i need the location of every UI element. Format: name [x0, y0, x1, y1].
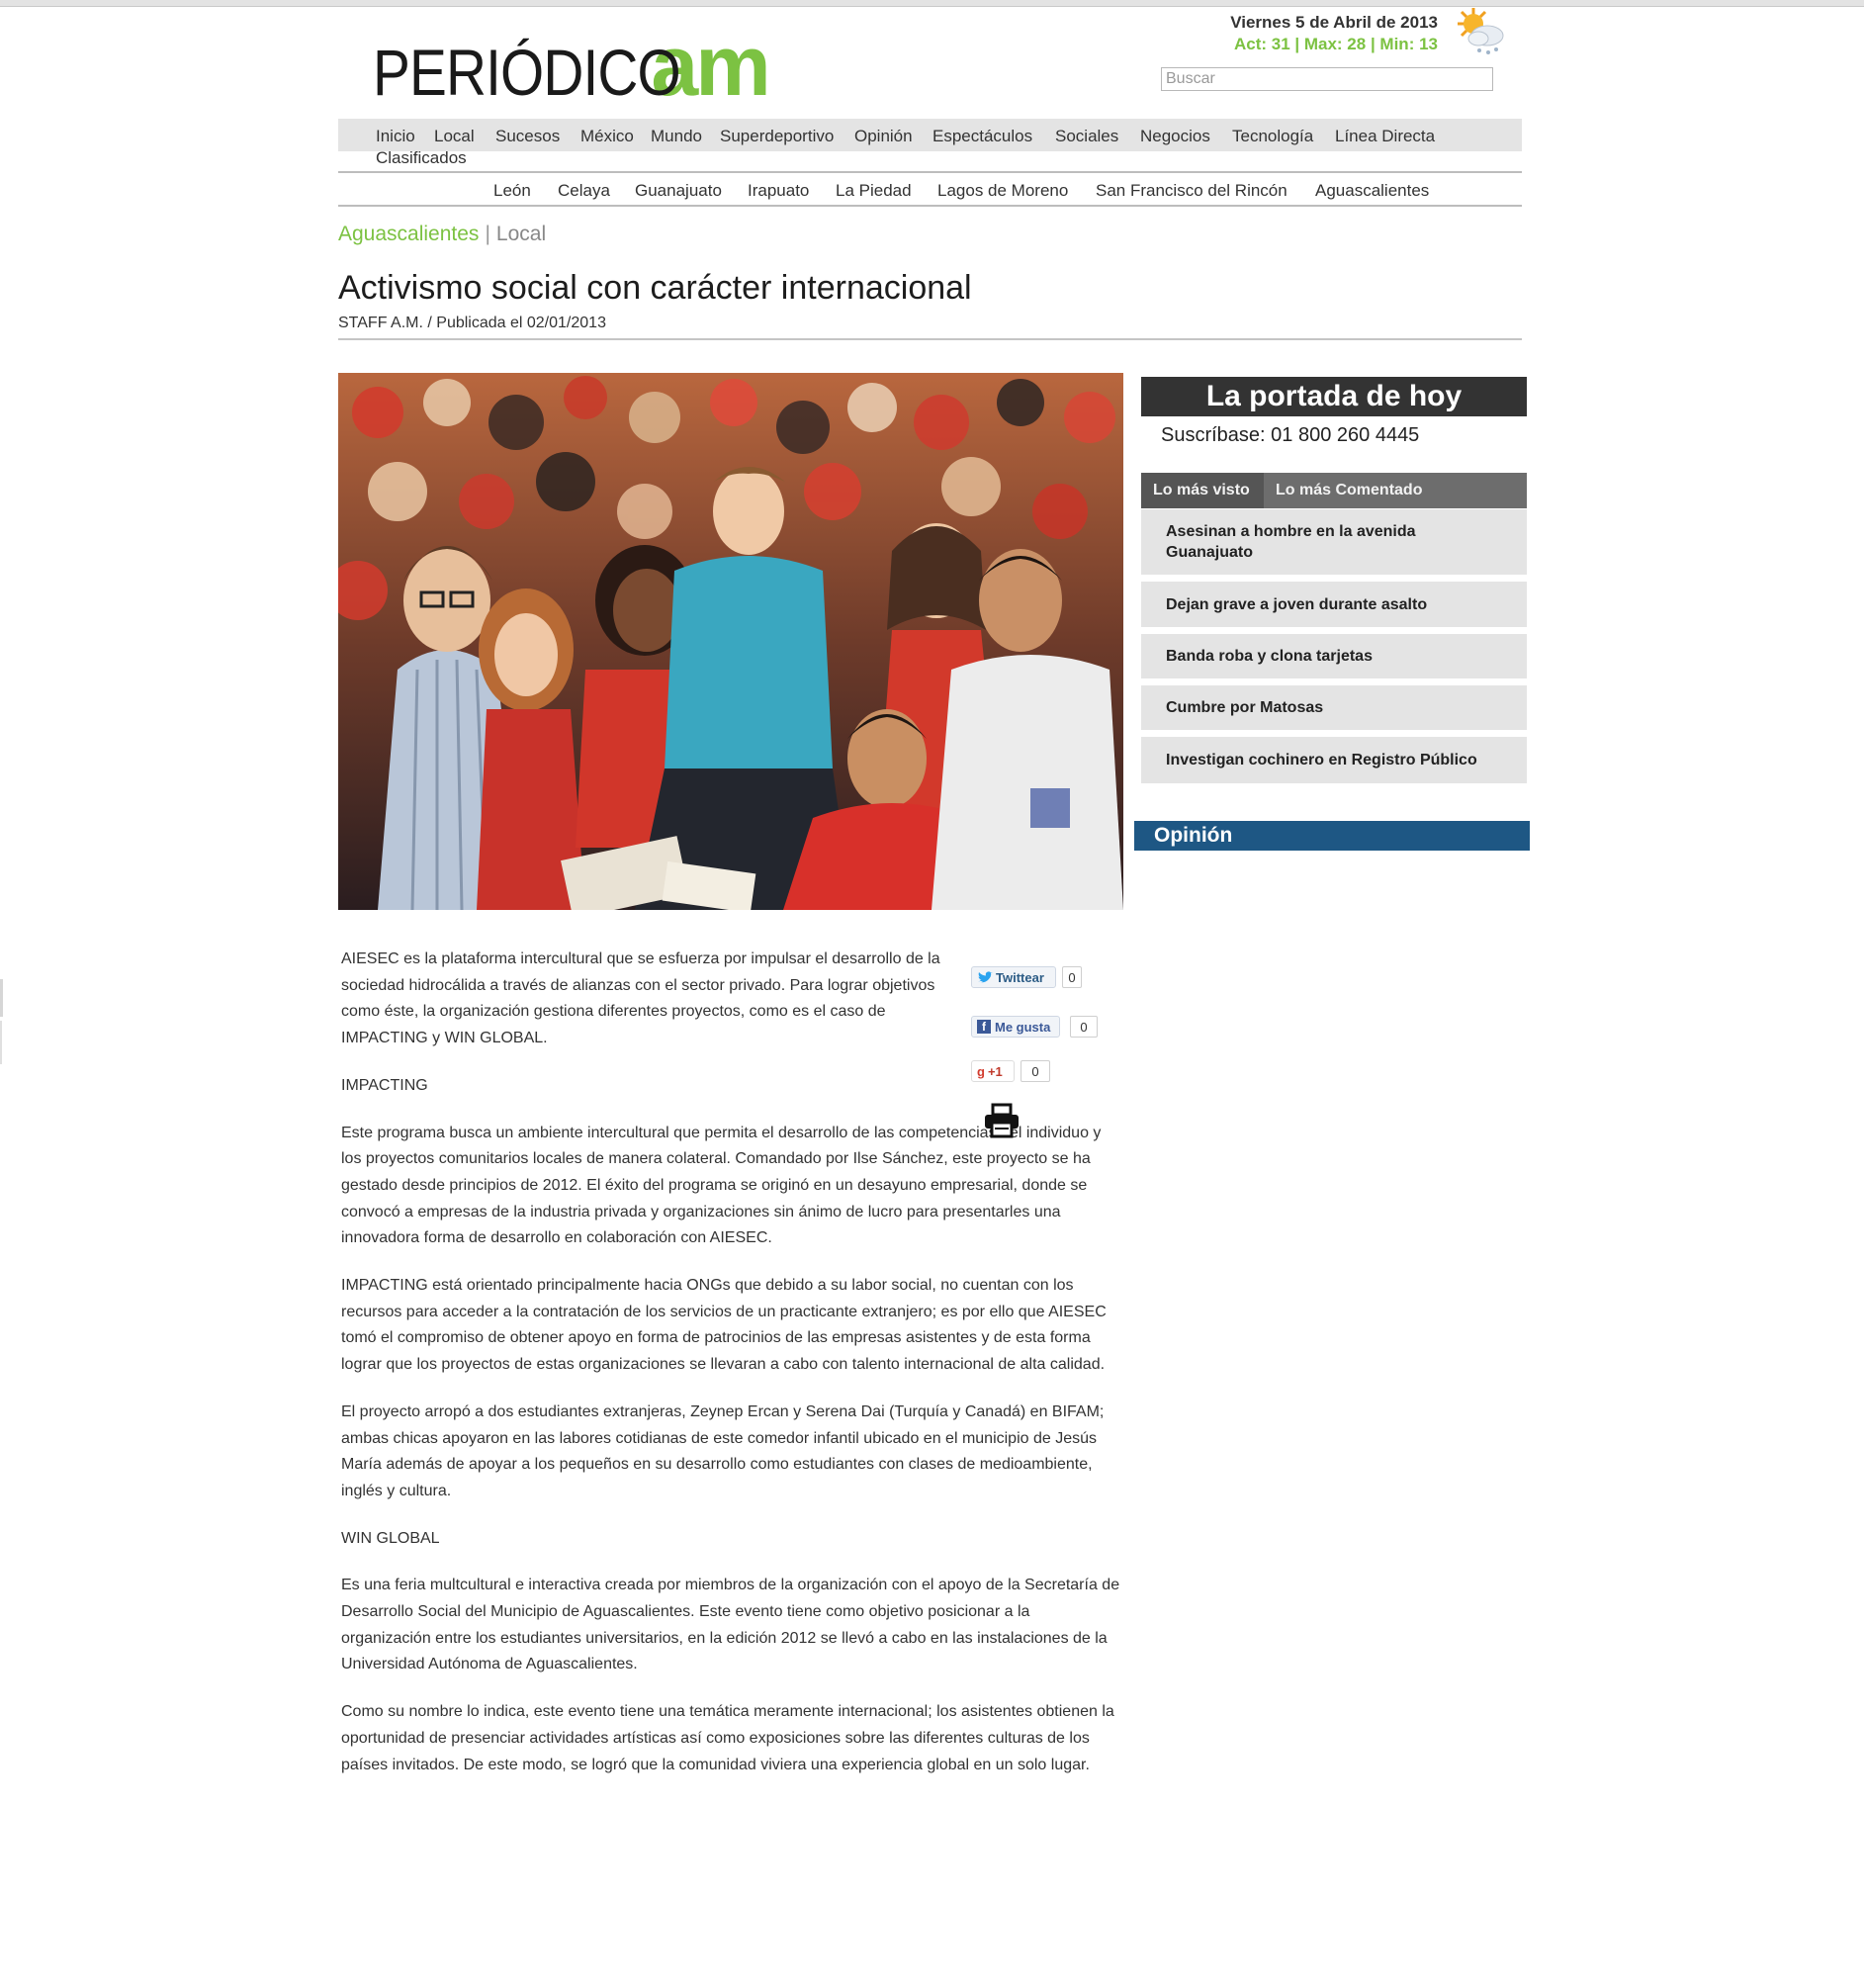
article-paragraph: Este programa busca un ambiente intercul…: [341, 1124, 1102, 1247]
article-photo: [338, 373, 1123, 910]
todays-cover-heading[interactable]: La portada de hoy: [1141, 377, 1527, 416]
article-paragraph: AIESEC es la plataforma intercultural qu…: [341, 950, 940, 1047]
google-plus-button[interactable]: g +1: [971, 1060, 1015, 1082]
google-plus-icon: g: [977, 1063, 985, 1079]
nav-item-clasificados[interactable]: Clasificados: [376, 148, 467, 168]
nav-item-linea-directa[interactable]: Línea Directa: [1335, 127, 1435, 146]
article-paragraph: Como su nombre lo indica, este evento ti…: [341, 1703, 1114, 1773]
breadcrumb: Aguascalientes | Local: [338, 223, 546, 246]
article-title: Activismo social con carácter internacio…: [338, 269, 972, 307]
page-edge-marker: [0, 1021, 2, 1064]
most-viewed-item[interactable]: Dejan grave a joven durante asalto: [1141, 582, 1527, 627]
page-edge-marker: [0, 979, 3, 1017]
search-input[interactable]: [1161, 67, 1493, 91]
article-subheading: WIN GLOBAL: [341, 1529, 440, 1547]
page-container: PERIÓDICOam Viernes 5 de Abril de 2013 A…: [338, 0, 1531, 1988]
nav-item-sucesos[interactable]: Sucesos: [495, 127, 560, 146]
nav-item-superdeportivo[interactable]: Superdeportivo: [720, 127, 834, 146]
tab-most-commented[interactable]: Lo más Comentado: [1264, 473, 1434, 508]
opinion-section-heading[interactable]: Opinión: [1134, 821, 1530, 851]
title-divider: [338, 338, 1522, 340]
facebook-like-count: 0: [1070, 1016, 1098, 1038]
most-viewed-item[interactable]: Investigan cochinero en Registro Público: [1141, 737, 1527, 783]
google-plus-count: 0: [1021, 1060, 1050, 1082]
subscribe-phone: Suscríbase: 01 800 260 4445: [1161, 424, 1420, 446]
weather-readout: Act: 31 | Max: 28 | Min: 13: [1233, 35, 1438, 53]
facebook-like-label: Me gusta: [995, 1019, 1051, 1035]
current-date: Viernes 5 de Abril de 2013: [1230, 13, 1438, 32]
nav-item-sociales[interactable]: Sociales: [1055, 127, 1118, 146]
city-link-irapuato[interactable]: Irapuato: [748, 181, 809, 201]
city-link-la-piedad[interactable]: La Piedad: [836, 181, 912, 201]
facebook-like-button[interactable]: f Me gusta: [971, 1016, 1060, 1038]
facebook-icon: f: [977, 1020, 991, 1034]
article-paragraph: IMPACTING está orientado principalmente …: [341, 1277, 1107, 1374]
print-icon[interactable]: [983, 1103, 1021, 1138]
nav-item-tecnologia[interactable]: Tecnología: [1232, 127, 1313, 146]
nav-item-opinion[interactable]: Opinión: [854, 127, 913, 146]
city-link-aguascalientes[interactable]: Aguascalientes: [1315, 181, 1429, 201]
breadcrumb-separator: |: [485, 223, 490, 245]
tweet-count: 0: [1062, 966, 1082, 988]
logo-wordmark: PERIÓDICO: [373, 36, 681, 109]
most-tabs: Lo más visto Lo más Comentado: [1141, 473, 1527, 508]
nav-item-mundo[interactable]: Mundo: [651, 127, 702, 146]
site-logo[interactable]: PERIÓDICOam: [373, 18, 771, 114]
article-paragraph: El proyecto arropó a dos estudiantes ext…: [341, 1402, 1105, 1499]
date-weather-block: Viernes 5 de Abril de 2013 Act: 31 | Max…: [1230, 12, 1438, 55]
article-byline: STAFF A.M. / Publicada el 02/01/2013: [338, 315, 606, 331]
most-viewed-item[interactable]: Cumbre por Matosas: [1141, 685, 1527, 730]
breadcrumb-category-link[interactable]: Local: [496, 223, 546, 245]
google-plus-label: +1: [987, 1063, 1003, 1079]
sun-cloud-icon: [1458, 8, 1504, 54]
tweet-button-label: Twittear: [996, 969, 1044, 985]
most-viewed-item[interactable]: Banda roba y clona tarjetas: [1141, 634, 1527, 678]
twitter-bird-icon: [978, 970, 993, 982]
most-viewed-item[interactable]: Asesinan a hombre en la avenida Guanajua…: [1141, 509, 1527, 575]
city-link-celaya[interactable]: Celaya: [558, 181, 610, 201]
nav-item-local[interactable]: Local: [434, 127, 475, 146]
nav-item-inicio[interactable]: Inicio: [376, 127, 415, 146]
nav-item-espectaculos[interactable]: Espectáculos: [932, 127, 1032, 146]
breadcrumb-section-link[interactable]: Aguascalientes: [338, 223, 479, 245]
tweet-button[interactable]: Twittear: [971, 966, 1056, 988]
subnav-divider: [338, 205, 1522, 207]
nav-item-negocios[interactable]: Negocios: [1140, 127, 1210, 146]
nav-divider: [338, 171, 1522, 173]
city-link-leon[interactable]: León: [493, 181, 531, 201]
tab-most-viewed[interactable]: Lo más visto: [1141, 473, 1264, 508]
city-link-san-francisco-del-rincon[interactable]: San Francisco del Rincón: [1096, 181, 1287, 201]
nav-item-mexico[interactable]: México: [580, 127, 634, 146]
article-paragraph: Es una feria multcultural e interactiva …: [341, 1577, 1120, 1673]
city-link-guanajuato[interactable]: Guanajuato: [635, 181, 722, 201]
city-link-lagos-de-moreno[interactable]: Lagos de Moreno: [937, 181, 1068, 201]
